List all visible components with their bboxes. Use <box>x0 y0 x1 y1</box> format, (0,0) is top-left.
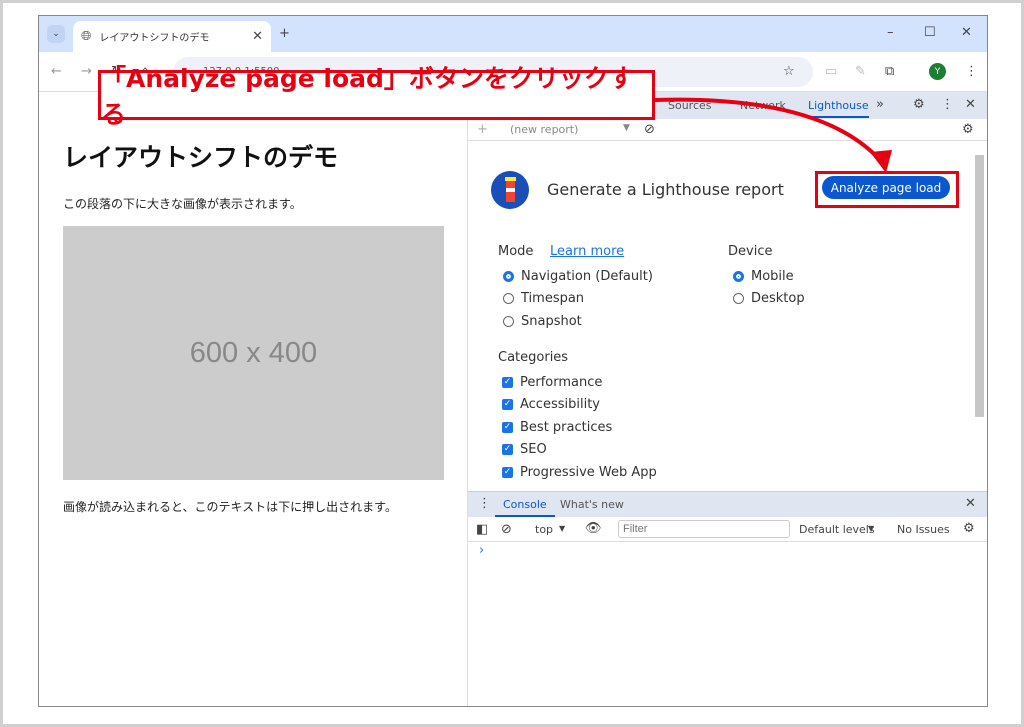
annotation-callout: 「Analyze page load」ボタンをクリックする <box>98 64 655 129</box>
annotation-highlight <box>815 171 959 208</box>
